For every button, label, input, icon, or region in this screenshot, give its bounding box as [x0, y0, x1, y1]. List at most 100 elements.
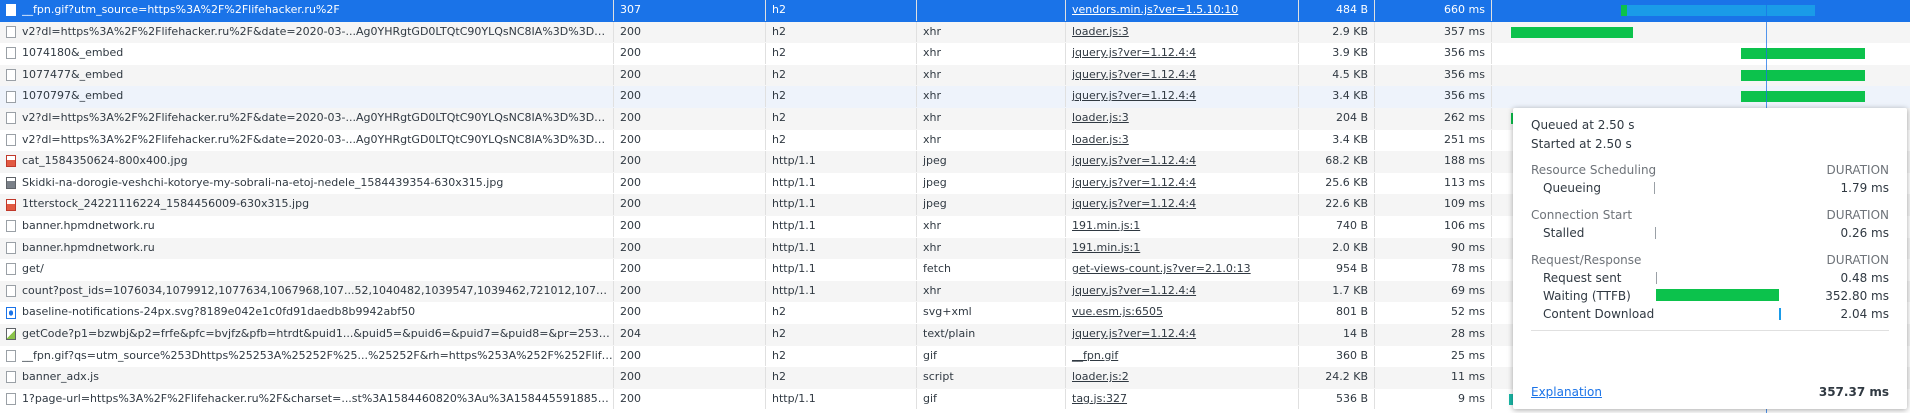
- size-cell: 204 B: [1299, 107, 1375, 129]
- name-cell[interactable]: __fpn.gif?qs=utm_source%253Dhttps%25253A…: [0, 345, 614, 367]
- initiator-link[interactable]: jquery.js?ver=1.12.4:4: [1072, 154, 1196, 167]
- protocol-cell: h2: [766, 86, 917, 107]
- initiator-link[interactable]: vendors.min.js?ver=1.5.10:10: [1072, 3, 1238, 16]
- waterfall-bar: [1741, 69, 1865, 81]
- status-cell: 200: [614, 194, 766, 215]
- stalled-label: Stalled: [1543, 226, 1585, 240]
- image-icon: [6, 155, 16, 168]
- initiator-link[interactable]: get-views-count.js?ver=2.1.0:13: [1072, 262, 1251, 275]
- type-cell: text/plain: [917, 323, 1066, 345]
- popover-divider: [1531, 330, 1889, 331]
- size-cell: 360 B: [1299, 345, 1375, 367]
- time-cell: 25 ms: [1375, 345, 1492, 367]
- initiator-link[interactable]: jquery.js?ver=1.12.4:4: [1072, 68, 1196, 81]
- table-row[interactable]: 1074180&_embed 200 h2 xhr jquery.js?ver=1.12…: [0, 43, 1910, 65]
- waterfall-bar: [1741, 48, 1865, 60]
- initiator-link[interactable]: 191.min.js:1: [1072, 241, 1140, 254]
- type-cell: jpeg: [917, 151, 1066, 172]
- name-cell[interactable]: banner.hpmdnetwork.ru: [0, 215, 614, 237]
- type-cell: svg+xml: [917, 302, 1066, 323]
- initiator-link[interactable]: loader.js:3: [1072, 25, 1129, 38]
- name-cell[interactable]: cat_1584350624-800x400.jpg: [0, 151, 614, 172]
- total-duration: 357.37 ms: [1818, 385, 1889, 399]
- initiator-link[interactable]: loader.js:3: [1072, 111, 1129, 124]
- protocol-cell: h2: [766, 302, 917, 323]
- name-cell[interactable]: count?post_ids=1076034,1079912,1077634,1…: [0, 280, 614, 302]
- doc-icon: [6, 285, 16, 298]
- initiator-link[interactable]: jquery.js?ver=1.12.4:4: [1072, 327, 1196, 340]
- section-title-connection-start: Connection Start: [1531, 208, 1633, 222]
- size-cell: 14 B: [1299, 323, 1375, 345]
- initiator-cell: loader.js:3: [1066, 129, 1299, 151]
- explanation-link[interactable]: Explanation: [1531, 385, 1602, 399]
- waiting-ttfb-label: Waiting (TTFB): [1543, 289, 1631, 303]
- initiator-cell: jquery.js?ver=1.12.4:4: [1066, 43, 1299, 64]
- time-cell: 188 ms: [1375, 151, 1492, 172]
- request-name: Skidki-na-dorogie-veshchi-kotorye-my-sob…: [22, 175, 504, 189]
- content-download-label: Content Download: [1543, 307, 1655, 321]
- request-name: cat_1584350624-800x400.jpg: [22, 154, 188, 168]
- time-cell: 113 ms: [1375, 172, 1492, 194]
- initiator-link[interactable]: loader.js:3: [1072, 133, 1129, 146]
- initiator-link[interactable]: tag.js:327: [1072, 392, 1127, 405]
- status-cell: 200: [614, 107, 766, 129]
- initiator-link[interactable]: jquery.js?ver=1.12.4:4: [1072, 176, 1196, 189]
- size-cell: 3.4 KB: [1299, 86, 1375, 107]
- name-cell[interactable]: 1074180&_embed: [0, 43, 614, 64]
- size-cell: 954 B: [1299, 259, 1375, 280]
- initiator-link[interactable]: jquery.js?ver=1.12.4:4: [1072, 89, 1196, 102]
- type-cell: xhr: [917, 21, 1066, 43]
- status-cell: 200: [614, 64, 766, 86]
- initiator-cell: get-views-count.js?ver=2.1.0:13: [1066, 259, 1299, 280]
- initiator-cell: jquery.js?ver=1.12.4:4: [1066, 86, 1299, 107]
- type-cell: fetch: [917, 259, 1066, 280]
- name-cell[interactable]: getCode?p1=bzwbj&p2=frfe&pfc=bvjfz&pfb=h…: [0, 323, 614, 345]
- name-cell[interactable]: 1tterstock_24221116224_1584456009-630x31…: [0, 194, 614, 215]
- request-name: banner_adx.js: [22, 370, 99, 384]
- name-cell[interactable]: baseline-notifications-24px.svg?8189e042…: [0, 302, 614, 323]
- initiator-cell: loader.js:3: [1066, 107, 1299, 129]
- type-cell: xhr: [917, 107, 1066, 129]
- table-row[interactable]: 1077477&_embed 200 h2 xhr jquery.js?ver=1.12…: [0, 64, 1910, 87]
- name-cell[interactable]: v2?dl=https%3A%2F%2Flifehacker.ru%2F&dat…: [0, 107, 614, 129]
- image-icon: [6, 177, 16, 190]
- initiator-link[interactable]: jquery.js?ver=1.12.4:4: [1072, 284, 1196, 297]
- content-download-value: 2.04 ms: [1840, 307, 1889, 321]
- request-name: banner.hpmdnetwork.ru: [22, 218, 155, 232]
- request-name: __fpn.gif?utm_source=https%3A%2F%2Flifeh…: [22, 3, 340, 16]
- queued-at-text: Queued at 2.50 s: [1531, 118, 1635, 132]
- name-cell[interactable]: 1070797&_embed: [0, 86, 614, 107]
- name-cell[interactable]: v2?dl=https%3A%2F%2Flifehacker.ru%2F&dat…: [0, 21, 614, 43]
- initiator-cell: jquery.js?ver=1.12.4:4: [1066, 151, 1299, 172]
- protocol-cell: h2: [766, 129, 917, 151]
- time-cell: 357 ms: [1375, 21, 1492, 43]
- initiator-link[interactable]: jquery.js?ver=1.12.4:4: [1072, 197, 1196, 210]
- time-cell: 69 ms: [1375, 280, 1492, 302]
- name-cell[interactable]: banner.hpmdnetwork.ru: [0, 237, 614, 259]
- table-row[interactable]: __fpn.gif?utm_source=https%3A%2F%2Flifeh…: [0, 0, 1910, 22]
- request-name: v2?dl=https%3A%2F%2Flifehacker.ru%2F&dat…: [22, 132, 613, 146]
- initiator-cell: loader.js:2: [1066, 367, 1299, 388]
- name-cell[interactable]: v2?dl=https%3A%2F%2Flifehacker.ru%2F&dat…: [0, 129, 614, 151]
- initiator-link[interactable]: __fpn.gif: [1072, 349, 1118, 362]
- initiator-link[interactable]: jquery.js?ver=1.12.4:4: [1072, 46, 1196, 59]
- table-row[interactable]: v2?dl=https%3A%2F%2Flifehacker.ru%2F&dat…: [0, 21, 1910, 44]
- name-cell[interactable]: banner_adx.js: [0, 367, 614, 388]
- initiator-cell: jquery.js?ver=1.12.4:4: [1066, 323, 1299, 345]
- name-cell[interactable]: __fpn.gif?utm_source=https%3A%2F%2Flifeh…: [0, 0, 614, 21]
- status-cell: 200: [614, 345, 766, 367]
- initiator-link[interactable]: vue.esm.js:6505: [1072, 305, 1163, 318]
- name-cell[interactable]: Skidki-na-dorogie-veshchi-kotorye-my-sob…: [0, 172, 614, 194]
- time-cell: 262 ms: [1375, 107, 1492, 129]
- request-name: baseline-notifications-24px.svg?8189e042…: [22, 305, 416, 319]
- name-cell[interactable]: 1077477&_embed: [0, 64, 614, 86]
- doc-icon: [6, 90, 16, 103]
- stalled-bar: [1655, 227, 1656, 239]
- initiator-link[interactable]: 191.min.js:1: [1072, 219, 1140, 232]
- image-icon: [6, 198, 16, 211]
- name-cell[interactable]: 1?page-url=https%3A%2F%2Flifehacker.ru%2…: [0, 388, 614, 410]
- table-row[interactable]: 1070797&_embed 200 h2 xhr jquery.js?ver=1.12…: [0, 86, 1910, 108]
- initiator-link[interactable]: loader.js:2: [1072, 370, 1129, 383]
- protocol-cell: http/1.1: [766, 237, 917, 259]
- name-cell[interactable]: get/: [0, 259, 614, 280]
